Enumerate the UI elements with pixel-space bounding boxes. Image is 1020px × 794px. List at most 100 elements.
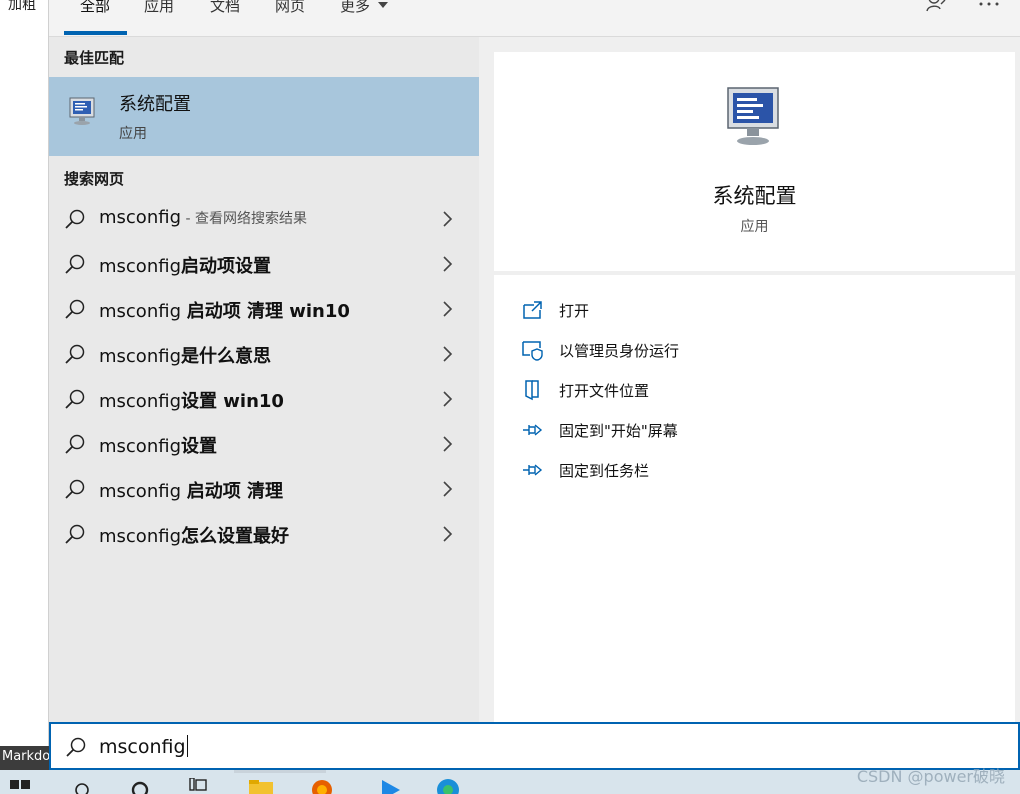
best-match-type: 应用 xyxy=(119,126,147,142)
best-match-item[interactable]: 系统配置 应用 xyxy=(49,77,479,156)
detail-pane: 系统配置 应用 打开 以管理员身份运行 打开文件位置 固定到"开始"屏幕 固定到… xyxy=(494,52,1015,722)
background-taskbar-label: Markdo xyxy=(0,746,49,770)
search-icon xyxy=(65,299,85,319)
web-result-query: msconfig xyxy=(99,526,181,547)
web-result-query: msconfig xyxy=(99,391,181,412)
system-config-large-icon xyxy=(727,87,779,145)
chevron-right-icon[interactable] xyxy=(441,525,453,543)
search-icon xyxy=(65,524,85,544)
active-tab-indicator xyxy=(64,31,127,35)
file-explorer-icon[interactable] xyxy=(249,778,273,794)
web-result-query: msconfig xyxy=(99,481,187,502)
action-run-as-admin[interactable]: 以管理员身份运行 xyxy=(522,337,992,365)
web-result-query: msconfig xyxy=(99,207,181,228)
shield-icon xyxy=(522,341,543,361)
web-result-query: msconfig xyxy=(99,436,181,457)
web-result-query: msconfig xyxy=(99,256,181,277)
search-panel: 全部 应用 文档 网页 更多 最佳匹配 系统配置 应用 搜索网页 msconfi… xyxy=(49,0,1020,770)
web-result-row[interactable]: msconfig 启动项 清理 win10 xyxy=(49,287,479,332)
text-caret xyxy=(186,735,188,757)
chevron-right-icon[interactable] xyxy=(441,345,453,363)
best-match-heading: 最佳匹配 xyxy=(64,49,125,67)
tab-all[interactable]: 全部 xyxy=(80,0,110,16)
web-result-text: msconfig 启动项 清理 win10 xyxy=(99,297,350,323)
chevron-right-icon[interactable] xyxy=(441,480,453,498)
edge-icon[interactable] xyxy=(436,778,460,794)
action-open-file-location[interactable]: 打开文件位置 xyxy=(522,377,992,405)
action-pin-to-taskbar[interactable]: 固定到任务栏 xyxy=(522,457,992,485)
web-result-text: msconfig启动项设置 xyxy=(99,252,271,278)
search-icon xyxy=(65,209,85,229)
search-icon xyxy=(65,344,85,364)
search-input-value: msconfig xyxy=(99,735,188,758)
chevron-right-icon[interactable] xyxy=(441,390,453,408)
windows-start-icon[interactable] xyxy=(8,778,32,794)
open-icon xyxy=(523,301,542,319)
cortana-icon[interactable] xyxy=(128,778,152,794)
tab-apps[interactable]: 应用 xyxy=(144,0,174,16)
web-result-suggestion: 启动项 清理 win10 xyxy=(186,301,350,322)
tab-more-label: 更多 xyxy=(340,0,371,15)
web-result-hint: - 查看网络搜索结果 xyxy=(181,211,307,227)
action-pin-to-taskbar-label: 固定到任务栏 xyxy=(559,462,650,480)
action-pin-to-start-label: 固定到"开始"屏幕 xyxy=(559,422,678,440)
chevron-right-icon[interactable] xyxy=(441,255,453,273)
web-result-text: msconfig怎么设置最好 xyxy=(99,522,289,548)
web-result-row[interactable]: msconfig设置 xyxy=(49,422,479,467)
detail-header: 系统配置 应用 xyxy=(494,52,1015,271)
tab-more[interactable]: 更多 xyxy=(340,0,389,16)
tab-documents[interactable]: 文档 xyxy=(210,0,240,16)
detail-subtitle: 应用 xyxy=(740,219,769,235)
search-icon xyxy=(65,434,85,454)
watermark: CSDN @power破晓 xyxy=(856,767,1005,786)
search-tabs-bar: 全部 应用 文档 网页 更多 xyxy=(49,0,1020,37)
web-result-row[interactable]: msconfig启动项设置 xyxy=(49,242,479,287)
web-result-query: msconfig xyxy=(99,301,187,322)
web-result-row[interactable]: msconfig怎么设置最好 xyxy=(49,512,479,557)
search-icon xyxy=(66,737,86,757)
web-result-text: msconfig 启动项 清理 xyxy=(99,477,283,503)
search-query-text: msconfig xyxy=(99,736,186,758)
more-options-icon[interactable] xyxy=(978,0,1000,8)
web-result-suggestion: 设置 xyxy=(181,436,217,457)
chevron-right-icon[interactable] xyxy=(441,210,453,228)
web-search-heading: 搜索网页 xyxy=(64,170,125,188)
web-result-row[interactable]: msconfig设置 win10 xyxy=(49,377,479,422)
action-open[interactable]: 打开 xyxy=(522,297,992,325)
media-player-icon[interactable] xyxy=(380,778,404,794)
web-result-query: msconfig xyxy=(99,346,181,367)
search-icon xyxy=(65,254,85,274)
pin-icon xyxy=(523,464,543,476)
pin-icon xyxy=(523,424,543,436)
task-view-icon[interactable] xyxy=(188,778,212,794)
system-config-icon xyxy=(69,97,95,125)
tab-web[interactable]: 网页 xyxy=(275,0,305,16)
web-result-text: msconfig - 查看网络搜索结果 xyxy=(99,207,307,228)
file-location-icon xyxy=(525,380,539,401)
results-list: 最佳匹配 系统配置 应用 搜索网页 msconfig - 查看网络搜索结果 msc… xyxy=(49,37,479,722)
detail-title: 系统配置 xyxy=(712,184,797,208)
best-match-name: 系统配置 xyxy=(119,94,191,115)
web-result-text: msconfig设置 xyxy=(99,432,217,458)
action-run-as-admin-label: 以管理员身份运行 xyxy=(559,342,680,360)
web-result-suggestion: 怎么设置最好 xyxy=(181,526,289,547)
action-open-file-location-label: 打开文件位置 xyxy=(559,382,650,400)
detail-actions: 打开 以管理员身份运行 打开文件位置 固定到"开始"屏幕 固定到任务栏 xyxy=(494,275,1015,722)
firefox-icon[interactable] xyxy=(310,778,334,794)
web-result-row[interactable]: msconfig - 查看网络搜索结果 xyxy=(49,197,479,242)
action-pin-to-start[interactable]: 固定到"开始"屏幕 xyxy=(522,417,992,445)
web-result-row[interactable]: msconfig是什么意思 xyxy=(49,332,479,377)
web-result-row[interactable]: msconfig 启动项 清理 xyxy=(49,467,479,512)
chevron-right-icon[interactable] xyxy=(441,300,453,318)
chevron-right-icon[interactable] xyxy=(441,435,453,453)
search-icon xyxy=(65,389,85,409)
taskbar-active-indicator xyxy=(234,770,326,773)
web-result-suggestion: 设置 win10 xyxy=(181,391,284,412)
web-result-suggestion: 启动项设置 xyxy=(181,256,271,277)
web-result-suggestion: 是什么意思 xyxy=(181,346,271,367)
taskbar-search-icon[interactable] xyxy=(70,778,94,794)
search-icon xyxy=(65,479,85,499)
web-result-suggestion: 启动项 清理 xyxy=(186,481,283,502)
feedback-icon[interactable] xyxy=(925,0,947,12)
action-open-label: 打开 xyxy=(559,302,590,320)
